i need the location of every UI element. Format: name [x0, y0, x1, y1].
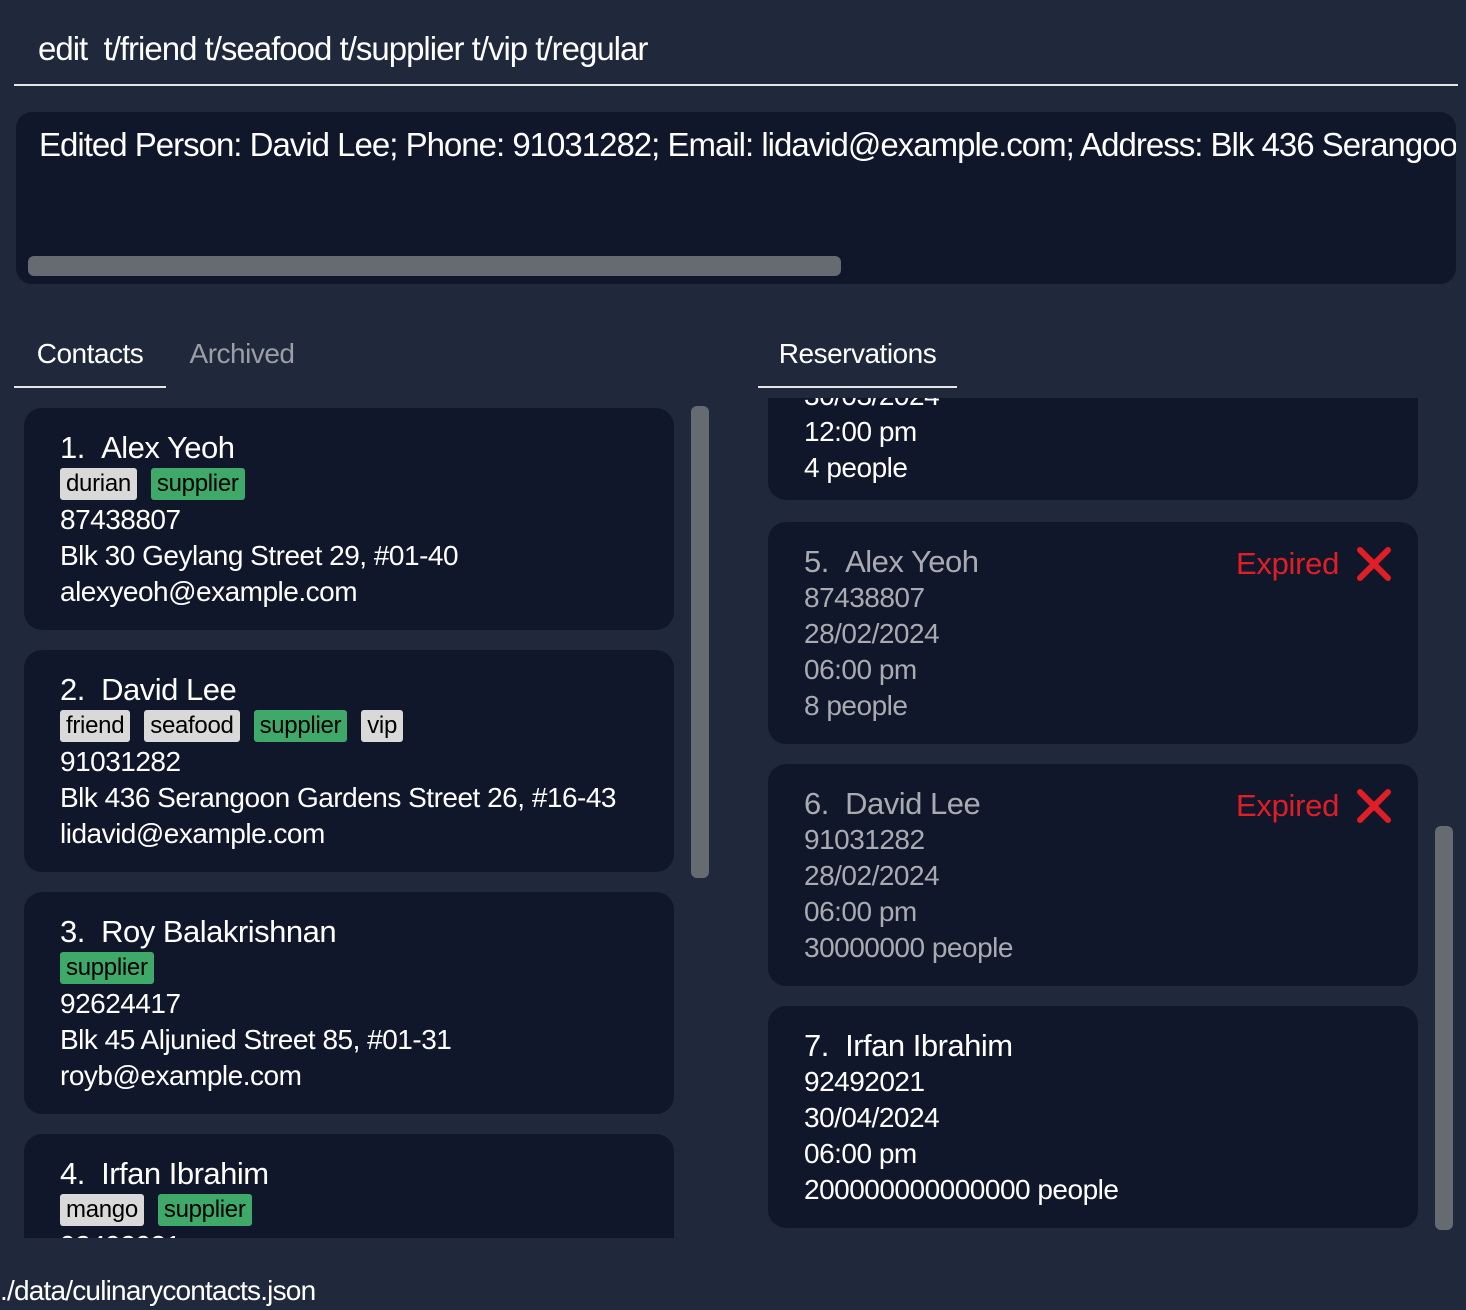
- expired-cross-icon: [1357, 789, 1391, 823]
- contact-card[interactable]: 2. David Lee friend seafood supplier vip…: [24, 650, 674, 872]
- contact-phone: 91031282: [60, 746, 181, 777]
- contact-address: Blk 30 Geylang Street 29, #01-40: [60, 540, 459, 571]
- reservation-date: 30/04/2024: [804, 1102, 940, 1133]
- reservation-list-scrollbar[interactable]: [1435, 826, 1453, 1230]
- tab-archived[interactable]: Archived: [172, 336, 312, 388]
- tag-badge: friend: [60, 710, 131, 742]
- contact-phone: 87438807: [60, 504, 181, 535]
- tag-badge: supplier: [150, 468, 245, 500]
- contact-name: Alex Yeoh: [101, 430, 235, 465]
- contact-tags: mango supplier: [60, 1194, 252, 1226]
- contact-list[interactable]: 1. Alex Yeoh durian supplier 87438807 Bl…: [24, 408, 674, 1238]
- reservation-date: 30/03/2024: [804, 398, 940, 414]
- tab-reservations[interactable]: Reservations: [758, 336, 957, 388]
- expired-cross-icon: [1357, 547, 1391, 581]
- reservation-phone: 91031282: [804, 824, 925, 855]
- command-input[interactable]: edit t/friend t/seafood t/supplier t/vip…: [38, 30, 648, 68]
- contact-name-line: 3. Roy Balakrishnan: [60, 914, 337, 949]
- reservation-time: 06:00 pm: [804, 654, 917, 685]
- command-box[interactable]: edit t/friend t/seafood t/supplier t/vip…: [14, 0, 1458, 86]
- reservation-time: 06:00 pm: [804, 1138, 917, 1169]
- reservation-people: 200000000000000 people: [804, 1174, 1119, 1205]
- contact-name: David Lee: [101, 672, 237, 707]
- contact-list-scrollbar[interactable]: [691, 406, 709, 878]
- reservation-date: 28/02/2024: [804, 860, 940, 891]
- contact-phone: 92624417: [60, 988, 181, 1019]
- contact-email: royb@example.com: [60, 1060, 302, 1091]
- reservation-name-line: 7. Irfan Ibrahim: [804, 1028, 1013, 1063]
- reservation-card[interactable]: 30/03/2024 12:00 pm 4 people: [768, 398, 1418, 500]
- tag-badge: supplier: [60, 952, 154, 984]
- contact-tags: supplier: [60, 952, 154, 984]
- reservation-list[interactable]: 30/03/2024 12:00 pm 4 people 5. Alex Yeo…: [768, 398, 1418, 1234]
- contact-name-line: 4. Irfan Ibrahim: [60, 1156, 269, 1191]
- reservation-phone: 87438807: [804, 582, 925, 613]
- contact-address: Blk 45 Aljunied Street 85, #01-31: [60, 1024, 452, 1055]
- contact-card[interactable]: 3. Roy Balakrishnan supplier 92624417 Bl…: [24, 892, 674, 1114]
- tag-badge: vip: [361, 710, 403, 742]
- reservation-people: 8 people: [804, 690, 908, 721]
- reservation-name: Alex Yeoh: [845, 544, 979, 579]
- contact-email: lidavid@example.com: [60, 818, 325, 849]
- contact-name-line: 2. David Lee: [60, 672, 237, 707]
- result-message: Edited Person: David Lee; Phone: 9103128…: [39, 126, 1456, 163]
- contact-phone: 92492021: [60, 1228, 181, 1238]
- tag-badge: supplier: [253, 710, 348, 742]
- reservation-card[interactable]: 5. Alex Yeoh 87438807 28/02/2024 06:00 p…: [768, 522, 1418, 744]
- contact-tags: friend seafood supplier vip: [60, 710, 403, 742]
- tag-badge: mango: [60, 1194, 144, 1226]
- result-display: Edited Person: David Lee; Phone: 9103128…: [16, 112, 1456, 284]
- tag-badge: durian: [60, 468, 137, 500]
- expired-label: Expired: [1236, 546, 1340, 581]
- contact-address: Blk 436 Serangoon Gardens Street 26, #16…: [60, 782, 617, 813]
- tag-badge: seafood: [144, 710, 240, 742]
- status-bar-file-path: ./data/culinarycontacts.json: [0, 1275, 316, 1306]
- contact-card[interactable]: 1. Alex Yeoh durian supplier 87438807 Bl…: [24, 408, 674, 630]
- reservation-name: David Lee: [845, 786, 981, 821]
- reservation-time: 06:00 pm: [804, 896, 917, 927]
- tab-contacts[interactable]: Contacts: [14, 336, 166, 388]
- reservation-people: 30000000 people: [804, 932, 1013, 963]
- reservation-name-line: 6. David Lee: [804, 786, 981, 821]
- contact-name-line: 1. Alex Yeoh: [60, 430, 235, 465]
- reservation-card[interactable]: 7. Irfan Ibrahim 92492021 30/04/2024 06:…: [768, 1006, 1418, 1228]
- reservation-time: 12:00 pm: [804, 416, 917, 447]
- tag-badge: supplier: [157, 1194, 252, 1226]
- reservation-name-line: 5. Alex Yeoh: [804, 544, 979, 579]
- reservation-phone: 92492021: [804, 1066, 925, 1097]
- contact-tags: durian supplier: [60, 468, 245, 500]
- result-horizontal-scrollbar[interactable]: [28, 256, 841, 276]
- reservation-date: 28/02/2024: [804, 618, 940, 649]
- contact-name: Irfan Ibrahim: [101, 1156, 269, 1191]
- contact-email: alexyeoh@example.com: [60, 576, 358, 607]
- reservation-card[interactable]: 6. David Lee 91031282 28/02/2024 06:00 p…: [768, 764, 1418, 986]
- expired-label: Expired: [1236, 788, 1340, 823]
- reservation-name: Irfan Ibrahim: [845, 1028, 1013, 1063]
- contact-card[interactable]: 4. Irfan Ibrahim mango supplier 92492021: [24, 1134, 674, 1238]
- reservation-people: 4 people: [804, 452, 908, 483]
- contact-name: Roy Balakrishnan: [101, 914, 337, 949]
